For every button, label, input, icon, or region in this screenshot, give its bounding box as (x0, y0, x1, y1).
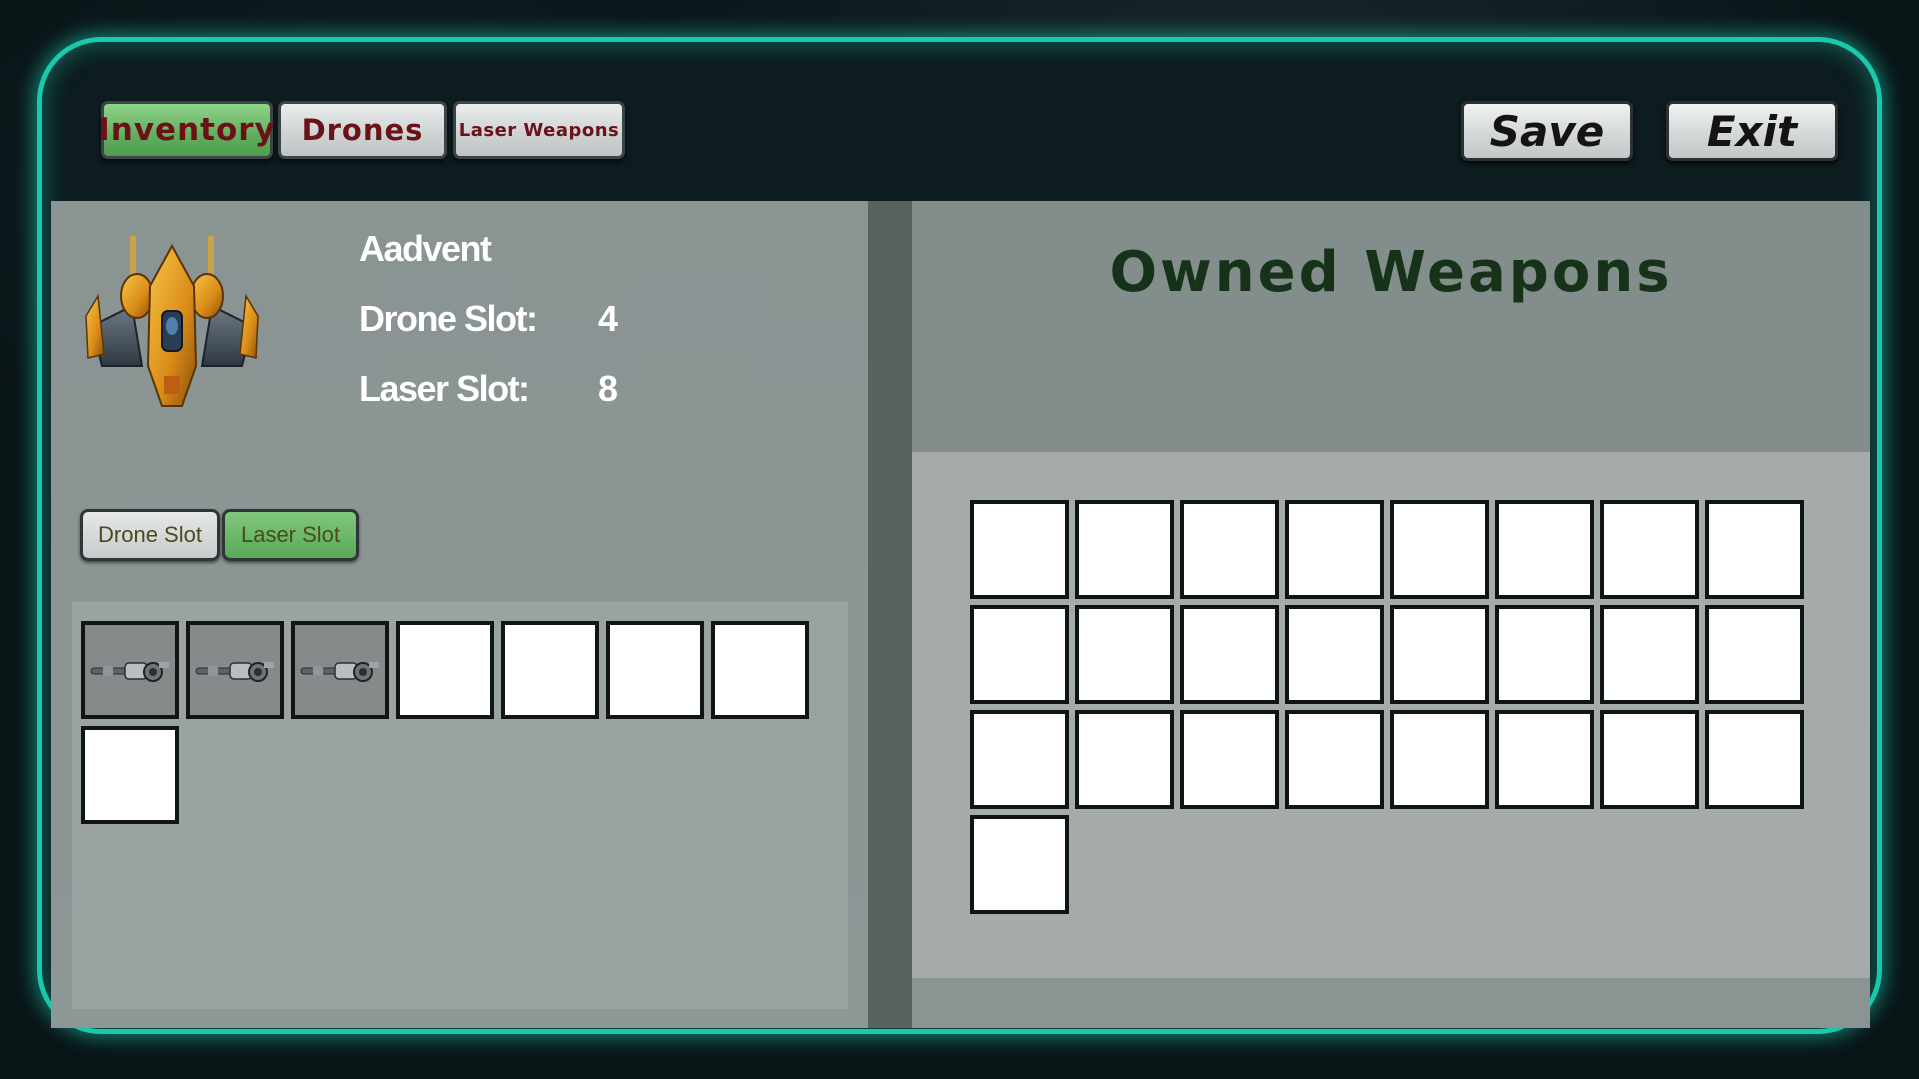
laser-slot-tab[interactable]: Laser Slot (222, 509, 359, 561)
owned-weapon-slot[interactable] (1495, 500, 1594, 599)
owned-weapon-slot[interactable] (1075, 500, 1174, 599)
owned-weapon-slot[interactable] (1390, 710, 1489, 809)
equipped-laser-slot-filled[interactable] (186, 621, 284, 719)
owned-weapon-slot[interactable] (1495, 605, 1594, 704)
equipped-laser-slot-empty[interactable] (606, 621, 704, 719)
owned-weapon-slot[interactable] (1075, 605, 1174, 704)
owned-weapon-slot[interactable] (1075, 710, 1174, 809)
owned-weapon-slot[interactable] (1390, 605, 1489, 704)
owned-weapons-footer (912, 978, 1870, 1028)
save-button[interactable]: Save (1461, 101, 1633, 161)
owned-weapon-slot[interactable] (1285, 500, 1384, 599)
owned-weapon-slot[interactable] (1390, 500, 1489, 599)
laser-cannon-icon (195, 662, 274, 682)
owned-weapon-slot[interactable] (1600, 710, 1699, 809)
owned-weapon-slot[interactable] (1180, 500, 1279, 599)
equipped-laser-slot-empty[interactable] (501, 621, 599, 719)
owned-weapon-slot[interactable] (1705, 500, 1804, 599)
tab-laser-weapons[interactable]: Laser Weapons (453, 101, 625, 159)
spaceship-icon (85, 236, 259, 407)
laser-cannon-icon (90, 662, 169, 682)
laser-cannon-icon (300, 662, 379, 682)
owned-weapon-slot[interactable] (1180, 605, 1279, 704)
equipped-laser-slot-filled[interactable] (81, 621, 179, 719)
drone-slot-label: Drone Slot: (359, 298, 538, 339)
owned-weapon-slot[interactable] (970, 710, 1069, 809)
owned-weapon-slot[interactable] (1285, 710, 1384, 809)
owned-weapon-slot[interactable] (1705, 710, 1804, 809)
owned-weapon-slot[interactable] (970, 500, 1069, 599)
owned-weapon-slot[interactable] (1180, 710, 1279, 809)
drone-slot-tab[interactable]: Drone Slot (80, 509, 220, 561)
ship-name: Aadvent (359, 228, 492, 269)
equipped-laser-slot-empty[interactable] (396, 621, 494, 719)
laser-slot-value: 8 (598, 368, 619, 409)
owned-weapon-slot[interactable] (1600, 500, 1699, 599)
owned-weapon-slot[interactable] (1705, 605, 1804, 704)
drone-slot-value: 4 (598, 298, 619, 339)
owned-weapon-slot[interactable] (970, 815, 1069, 914)
tab-inventory[interactable]: Inventory (98, 101, 275, 159)
owned-weapon-slot[interactable] (1600, 605, 1699, 704)
equipped-laser-slot-filled[interactable] (291, 621, 389, 719)
owned-weapon-slot[interactable] (1285, 605, 1384, 704)
equipped-laser-slot-empty[interactable] (81, 726, 179, 824)
panel-divider (868, 201, 912, 1028)
owned-weapon-slot[interactable] (1495, 710, 1594, 809)
owned-weapons-title: Owned Weapons (1109, 240, 1673, 305)
owned-weapon-slot[interactable] (970, 605, 1069, 704)
tab-drones[interactable]: Drones (278, 101, 447, 159)
laser-slot-label: Laser Slot: (359, 368, 530, 409)
exit-button[interactable]: Exit (1666, 101, 1838, 161)
equipped-laser-slot-empty[interactable] (711, 621, 809, 719)
